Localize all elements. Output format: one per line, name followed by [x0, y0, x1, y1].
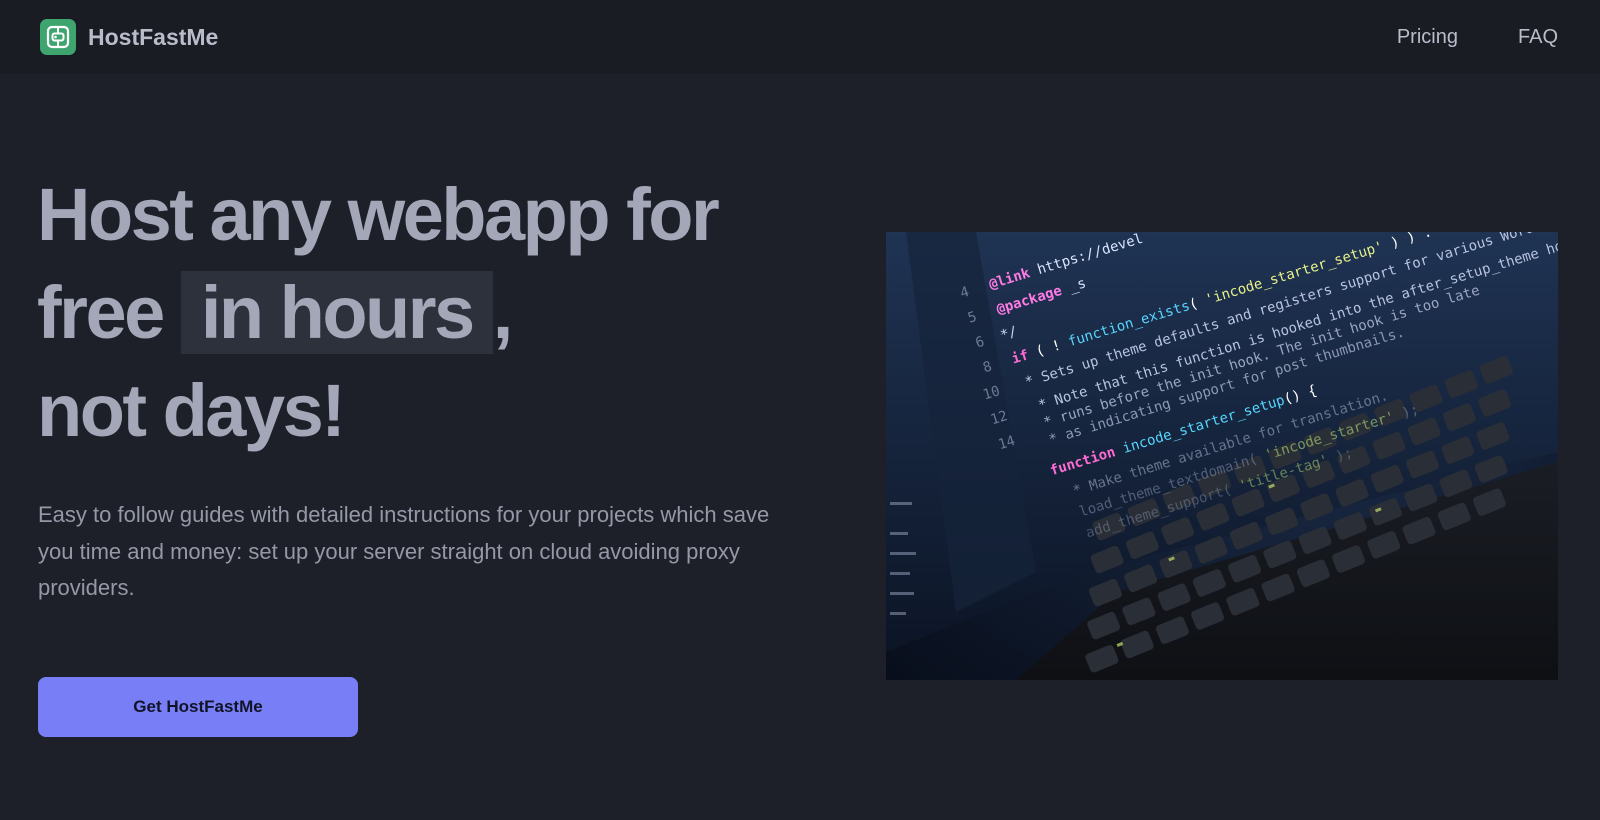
hero-title-line-3: not days! — [37, 369, 346, 452]
brand-link[interactable]: HostFastMe — [40, 19, 218, 55]
brand-name: HostFastMe — [88, 23, 219, 50]
code-screen-illustration: 4 5 6 8 10 12 14 @link https://devel @pa… — [886, 232, 1558, 680]
hero-title: Host any webapp for free in hours, not day… — [37, 166, 837, 460]
main-nav: Pricing FAQ — [1397, 26, 1558, 49]
hero-subtitle: Easy to follow guides with detailed inst… — [38, 502, 770, 600]
get-hostfastme-button[interactable]: Get HostFastMe — [38, 677, 358, 737]
hero-title-line-1: Host any webapp for — [37, 173, 720, 256]
server-icon — [40, 19, 76, 55]
hero-title-free: free — [37, 271, 165, 354]
nav-link-faq[interactable]: FAQ — [1518, 26, 1558, 49]
nav-link-pricing[interactable]: Pricing — [1397, 26, 1458, 49]
top-navbar: HostFastMe Pricing FAQ — [0, 0, 1600, 74]
hero-title-comma: , — [492, 271, 514, 354]
hero-title-highlight: in hours — [180, 271, 493, 354]
code-editor-photo: 4 5 6 8 10 12 14 @link https://devel @pa… — [886, 232, 1558, 680]
